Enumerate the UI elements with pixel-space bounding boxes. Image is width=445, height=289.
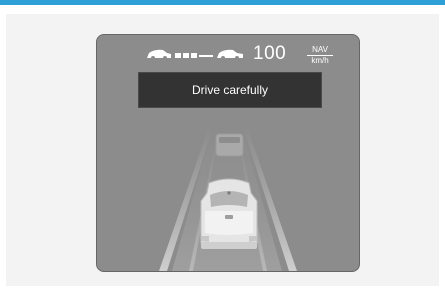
road-scene [159,127,297,271]
header-rule [0,0,445,5]
set-speed-value: 100 [253,43,287,64]
warning-message-text: Drive carefully [191,83,269,97]
cruise-speed-row: 100 NAV km/h [145,43,333,65]
following-distance-icon [147,49,243,60]
instrument-cluster-display: 100 NAV km/h Drive carefully [96,34,360,272]
lead-vehicle-icon [215,133,244,157]
warning-message-box: Drive carefully [138,72,322,108]
speed-unit-block: NAV km/h [307,46,333,65]
figure-frame: 100 NAV km/h Drive carefully [6,14,439,286]
own-vehicle-icon [200,178,258,249]
nav-badge: NAV [307,46,333,56]
speed-unit: km/h [311,56,329,65]
